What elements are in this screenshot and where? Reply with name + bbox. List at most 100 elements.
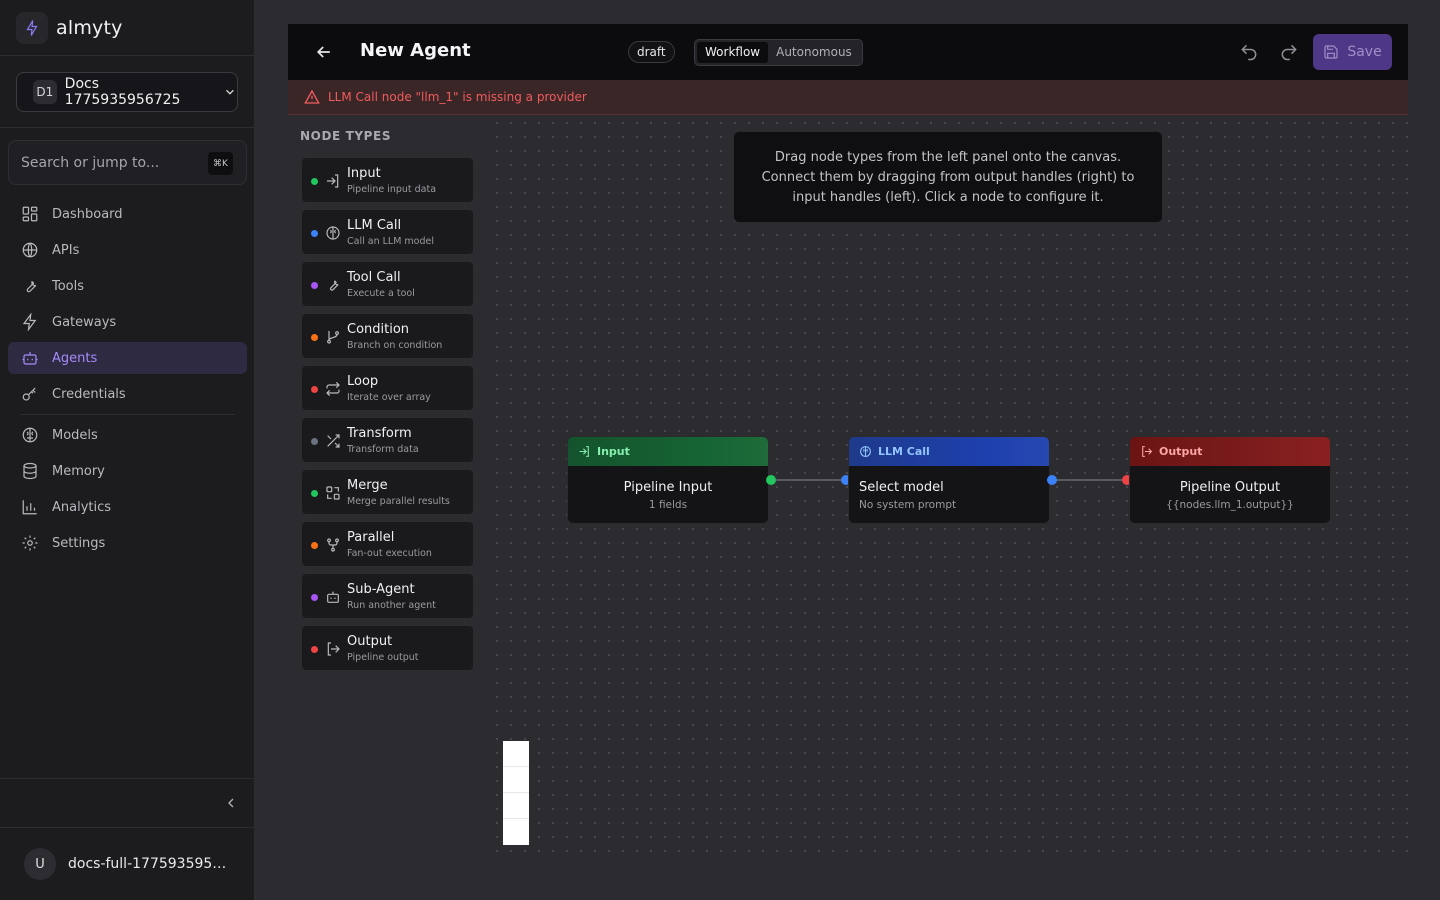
sidebar-item-credentials[interactable]: Credentials — [8, 378, 247, 410]
node-title: Select model — [859, 480, 944, 495]
git-branch-icon — [327, 331, 339, 344]
palette-item-sub-agent[interactable]: Sub-Agent Run another agent — [301, 573, 474, 619]
save-button[interactable]: Save — [1313, 34, 1392, 70]
node-output[interactable]: Output Pipeline Output {{nodes.llm_1.out… — [1129, 436, 1331, 524]
bot-icon — [20, 348, 40, 368]
sidebar-nav: Dashboard APIs Tools Gateways Agents Cre… — [8, 198, 247, 563]
fit-view-button[interactable] — [503, 793, 529, 819]
bolt-logo-icon[interactable] — [16, 11, 48, 44]
output-handle[interactable] — [766, 475, 776, 485]
canvas-hint: Drag node types from the left panel onto… — [733, 131, 1163, 223]
user-name: docs-full-1775935956... — [68, 856, 228, 872]
palette-item-llm-call[interactable]: LLM Call Call an LLM model — [301, 209, 474, 255]
tab-workflow[interactable]: Workflow — [697, 42, 769, 63]
node-color-dot — [311, 282, 318, 289]
save-icon — [1324, 45, 1338, 59]
node-palette: Input Pipeline input data LLM Call Call … — [301, 157, 474, 677]
workspace-name: Docs 1775935956725 — [64, 76, 181, 108]
node-color-dot — [311, 594, 318, 601]
sidebar-footer — [0, 778, 255, 828]
key-icon — [20, 384, 40, 404]
output-handle[interactable] — [1047, 475, 1057, 485]
zoom-in-button[interactable] — [503, 741, 529, 767]
user-menu[interactable]: U docs-full-1775935956... — [24, 848, 228, 880]
brain-icon — [860, 446, 871, 457]
brand-name: almyty — [56, 16, 123, 39]
sidebar: almyty D1 Docs 1775935956725 Search or j… — [0, 0, 255, 900]
log-in-icon — [579, 446, 589, 457]
zoom-out-button[interactable] — [503, 767, 529, 793]
node-color-dot — [311, 542, 318, 549]
sidebar-item-settings[interactable]: Settings — [8, 527, 247, 559]
globe-icon — [20, 240, 40, 260]
warning-icon — [304, 89, 320, 104]
palette-item-loop[interactable]: Loop Iterate over array — [301, 365, 474, 411]
sidebar-item-agents[interactable]: Agents — [8, 342, 247, 374]
sidebar-item-dashboard[interactable]: Dashboard — [8, 198, 247, 230]
lock-button[interactable] — [503, 819, 529, 845]
node-input[interactable]: Input Pipeline Input 1 fields — [567, 436, 769, 524]
node-subtitle: {{nodes.llm_1.output}} — [1166, 499, 1294, 511]
palette-item-tool-call[interactable]: Tool Call Execute a tool — [301, 261, 474, 307]
node-color-dot — [311, 334, 318, 341]
sidebar-item-memory[interactable]: Memory — [8, 455, 247, 487]
validation-error-bar: LLM Call node "llm_1" is missing a provi… — [288, 80, 1408, 115]
wrench-icon — [20, 276, 40, 296]
undo-icon[interactable] — [1239, 42, 1259, 62]
palette-item-output[interactable]: Output Pipeline output — [301, 625, 474, 671]
page-title: New Agent — [360, 40, 471, 61]
chevron-down-icon — [226, 89, 234, 95]
database-icon — [20, 461, 40, 481]
collapse-sidebar-icon[interactable] — [223, 795, 239, 811]
canvas-controls[interactable] — [503, 741, 529, 845]
search-shortcut: ⌘K — [208, 152, 233, 175]
node-llm-call[interactable]: LLM Call Select model No system prompt — [848, 436, 1050, 524]
node-header: LLM Call — [849, 437, 1049, 466]
palette-item-input[interactable]: Input Pipeline input data — [301, 157, 474, 203]
back-arrow-icon[interactable] — [314, 42, 334, 62]
dashboard-icon — [20, 204, 40, 224]
shuffle-icon — [327, 434, 340, 448]
bar-chart-icon — [20, 497, 40, 517]
sidebar-item-apis[interactable]: APIs — [8, 234, 247, 266]
node-color-dot — [311, 230, 318, 237]
brain-icon — [20, 425, 40, 445]
bolt-icon — [20, 312, 40, 332]
avatar: U — [24, 848, 56, 880]
workspace-badge: D1 — [33, 80, 57, 104]
palette-item-merge[interactable]: Merge Merge parallel results — [301, 469, 474, 515]
redo-icon[interactable] — [1279, 42, 1299, 62]
node-header: Input — [568, 437, 768, 466]
workspace-switcher[interactable]: D1 Docs 1775935956725 — [16, 72, 238, 112]
repeat-icon — [326, 381, 340, 397]
sidebar-item-gateways[interactable]: Gateways — [8, 306, 247, 338]
nav-divider — [20, 414, 235, 415]
palette-item-condition[interactable]: Condition Branch on condition — [301, 313, 474, 359]
sidebar-item-analytics[interactable]: Analytics — [8, 491, 247, 523]
log-in-icon — [327, 174, 339, 188]
node-subtitle: No system prompt — [859, 499, 957, 511]
palette-item-transform[interactable]: Transform Transform data — [301, 417, 474, 463]
node-color-dot — [311, 438, 318, 445]
gear-icon — [20, 533, 40, 553]
wrench-icon — [330, 280, 339, 291]
tab-autonomous[interactable]: Autonomous — [768, 42, 860, 63]
search-input[interactable]: Search or jump to... ⌘K — [8, 140, 247, 185]
log-out-icon — [327, 642, 340, 656]
palette-title: NODE TYPES — [300, 129, 392, 143]
palette-item-parallel[interactable]: Parallel Fan-out execution — [301, 521, 474, 567]
node-color-dot — [311, 646, 318, 653]
git-fork-icon — [327, 538, 339, 552]
node-subtitle: 1 fields — [648, 499, 688, 511]
mode-toggle: Workflow Autonomous — [694, 39, 863, 66]
node-header: Output — [1130, 437, 1330, 466]
node-title: Pipeline Input — [623, 480, 713, 495]
editor-header: New Agent draft Workflow Autonomous Save — [288, 24, 1408, 80]
brand: almyty — [0, 0, 254, 56]
bot-icon — [327, 591, 339, 603]
sidebar-item-tools[interactable]: Tools — [8, 270, 247, 302]
node-title: Pipeline Output — [1179, 480, 1281, 495]
search-placeholder: Search or jump to... — [21, 154, 160, 171]
brain-icon — [326, 226, 340, 240]
sidebar-item-models[interactable]: Models — [8, 419, 247, 451]
